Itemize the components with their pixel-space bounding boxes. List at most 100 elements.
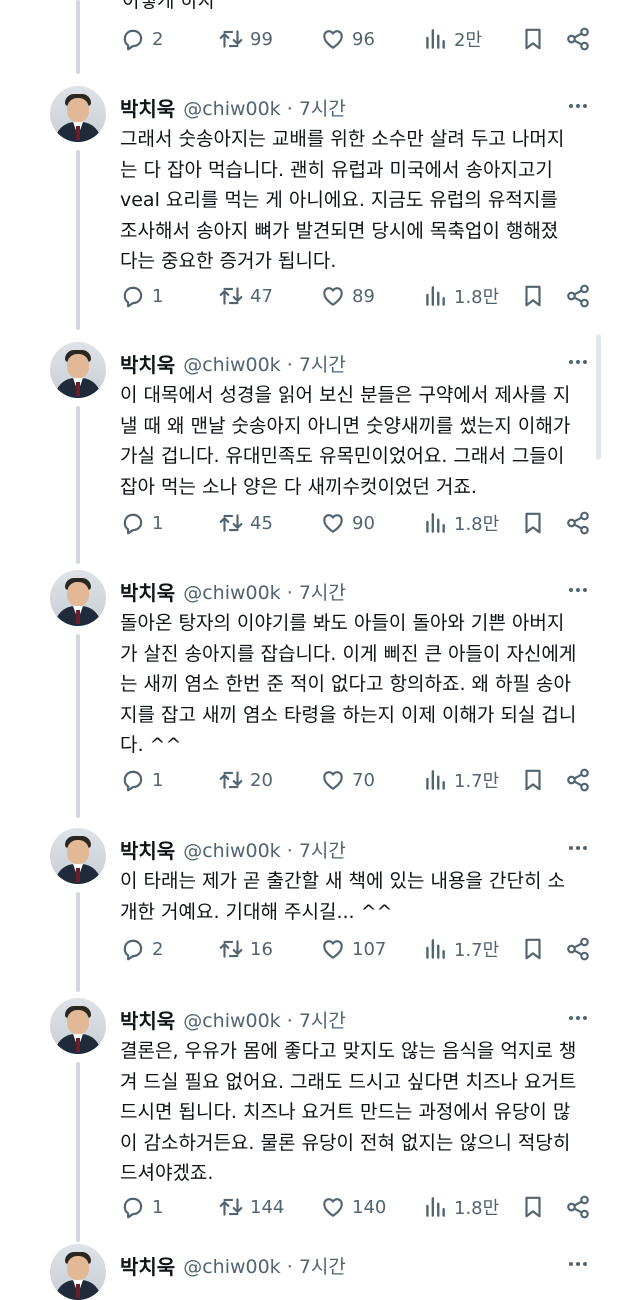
bookmark-button[interactable] [520,508,546,538]
heart-icon [320,936,346,962]
retweet-icon [218,283,244,309]
more-options-icon[interactable] [566,352,590,372]
like-button[interactable]: 140 [320,1192,386,1222]
reply-button[interactable]: 1 [120,508,163,538]
more-options-icon[interactable] [566,1008,590,1028]
retweet-button[interactable]: 47 [218,281,273,311]
retweet-button[interactable]: 20 [218,765,273,795]
share-button[interactable] [565,934,591,964]
bookmark-button[interactable] [520,934,546,964]
reply-count: 2 [152,938,164,960]
thread-line [76,406,80,564]
tweet-header: 박치욱 @chiw00k · 7시간 [120,1004,346,1034]
like-button[interactable]: 107 [320,934,386,964]
display-name[interactable]: 박치욱 [120,1005,175,1034]
views-button[interactable]: 1.7만 [422,765,499,795]
tweet-text: 이 대목에서 성경을 읽어 보신 분들은 구약에서 제사를 지 낼 때 왜 맨날… [120,384,571,498]
reply-button[interactable]: 1 [120,765,163,795]
heart-icon [320,26,346,52]
avatar[interactable] [50,86,106,142]
user-handle[interactable]: @chiw00k [183,354,281,376]
avatar[interactable] [50,828,106,884]
reply-icon [120,1194,146,1220]
user-handle[interactable]: @chiw00k [183,840,281,862]
like-button[interactable]: 96 [320,24,375,54]
tweet-time[interactable]: 7시간 [299,840,346,862]
retweet-button[interactable]: 45 [218,508,273,538]
heart-icon [320,283,346,309]
avatar[interactable] [50,1244,106,1300]
views-button[interactable]: 1.8만 [422,1192,499,1222]
bookmark-button[interactable] [520,24,546,54]
analytics-icon [422,283,448,309]
retweet-count: 16 [250,938,273,960]
views-button[interactable]: 1.8만 [422,281,499,311]
views-button[interactable]: 1.8만 [422,508,499,538]
retweet-button[interactable]: 144 [218,1192,284,1222]
bookmark-button[interactable] [520,765,546,795]
like-button[interactable]: 70 [320,765,375,795]
retweet-button[interactable]: 99 [218,24,273,54]
views-button[interactable]: 1.7만 [422,934,499,964]
bookmark-icon [520,767,546,793]
retweet-button[interactable]: 16 [218,934,273,964]
user-handle[interactable]: @chiw00k [183,98,281,120]
reply-count: 1 [152,1196,164,1218]
like-button[interactable]: 89 [320,281,375,311]
tweet-header: 박치욱 @chiw00k · 7시간 [120,576,346,606]
retweet-icon [218,936,244,962]
like-count: 140 [352,1196,387,1218]
display-name[interactable]: 박치욱 [120,93,175,122]
bookmark-icon [520,1194,546,1220]
tweet-actions: 2 16 107 1.7만 [0,934,640,964]
user-handle[interactable]: @chiw00k [183,1010,281,1032]
reply-button[interactable]: 1 [120,1192,163,1222]
more-options-icon[interactable] [566,1254,590,1274]
tweet-time[interactable]: 7시간 [299,98,346,120]
tweet-time[interactable]: 7시간 [299,1010,346,1032]
display-name[interactable]: 박치욱 [120,1251,175,1280]
views-button[interactable]: 2만 [422,24,482,54]
more-options-icon[interactable] [566,580,590,600]
share-button[interactable] [565,24,591,54]
tweet-time[interactable]: 7시간 [299,582,346,604]
reply-icon [120,767,146,793]
reply-button[interactable]: 1 [120,281,163,311]
user-handle[interactable]: @chiw00k [183,582,281,604]
tweet-text: 결론은, 우유가 몸에 좋다고 맞지도 않는 음식을 억지로 챙 겨 드실 필요… [120,1040,577,1184]
reply-count: 1 [152,285,164,307]
user-handle[interactable]: @chiw00k [183,1256,281,1278]
avatar[interactable] [50,998,106,1054]
share-button[interactable] [565,508,591,538]
reply-count: 1 [152,769,164,791]
more-options-icon[interactable] [566,838,590,858]
retweet-icon [218,1194,244,1220]
tweet-text: 그래서 숫송아지는 교배를 위한 소수만 살려 두고 나머지 는 다 잡아 먹습… [120,128,565,272]
reply-button[interactable]: 2 [120,934,163,964]
view-count: 1.8만 [454,1198,500,1219]
avatar[interactable] [50,570,106,626]
reply-count: 1 [152,512,164,534]
share-icon [565,26,591,52]
tweet-time[interactable]: 7시간 [299,354,346,376]
reply-button[interactable]: 2 [120,24,163,54]
bookmark-icon [520,283,546,309]
share-button[interactable] [565,1192,591,1222]
bookmark-button[interactable] [520,281,546,311]
share-icon [565,936,591,962]
retweet-count: 99 [250,28,273,50]
share-button[interactable] [565,765,591,795]
share-button[interactable] [565,281,591,311]
display-name[interactable]: 박치욱 [120,835,175,864]
like-button[interactable]: 90 [320,508,375,538]
avatar[interactable] [50,342,106,398]
display-name[interactable]: 박치욱 [120,349,175,378]
retweet-icon [218,510,244,536]
analytics-icon [422,936,448,962]
display-name[interactable]: 박치욱 [120,577,175,606]
more-options-icon[interactable] [566,96,590,116]
bookmark-button[interactable] [520,1192,546,1222]
retweet-count: 47 [250,285,273,307]
tweet-time[interactable]: 7시간 [299,1256,346,1278]
reply-icon [120,283,146,309]
